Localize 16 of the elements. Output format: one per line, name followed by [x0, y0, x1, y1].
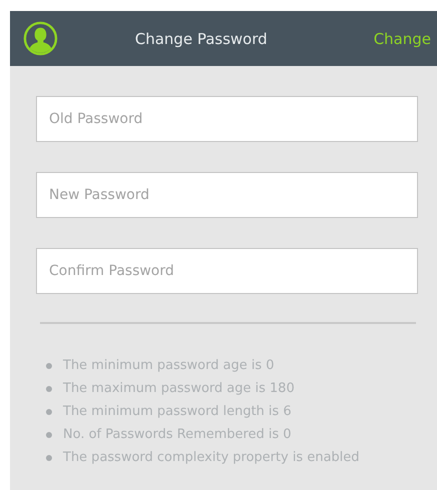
policy-rule: The password complexity property is enabled	[63, 450, 360, 465]
password-field[interactable]: Old Password	[36, 96, 418, 142]
change-button[interactable]: Change	[374, 28, 431, 50]
password-field[interactable]: New Password	[36, 172, 418, 218]
policy-rule: No. of Passwords Remembered is 0	[63, 427, 292, 442]
password-field[interactable]: Confirm Password	[36, 248, 418, 294]
avatar-icon	[23, 21, 58, 56]
bullet-icon	[46, 454, 52, 460]
bullet-icon	[46, 432, 52, 438]
bullet-icon	[46, 386, 52, 392]
policy-rule: The minimum password age is 0	[63, 358, 274, 373]
policy-rule: The maximum password age is 180	[63, 381, 294, 396]
screen-title: Change Password	[135, 30, 268, 48]
bullet-icon	[46, 362, 52, 368]
bullet-icon	[46, 408, 52, 414]
policy-rule: The minimum password length is 6	[63, 404, 292, 419]
